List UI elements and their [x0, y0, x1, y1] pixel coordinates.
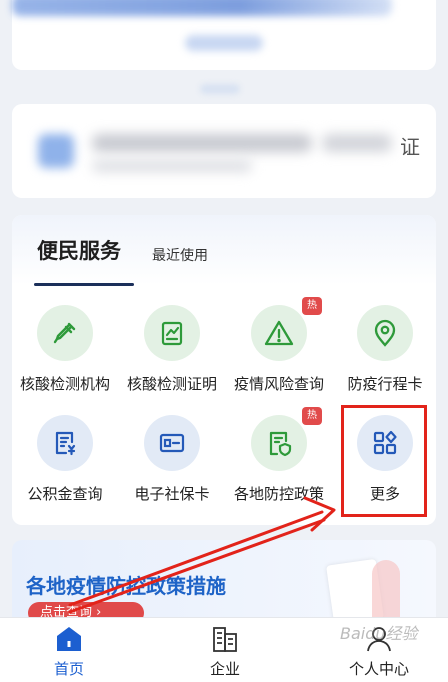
- blurred-icon: [38, 134, 74, 168]
- blurred-text: [92, 160, 252, 172]
- tab-label: 个人中心: [348, 660, 409, 678]
- location-pin-icon: [357, 305, 413, 361]
- tab-convenience-services[interactable]: 便民服务: [37, 235, 121, 265]
- service-housing-fund-query[interactable]: 公积金查询: [10, 415, 120, 515]
- id-card-icon: [144, 415, 200, 471]
- service-regional-control-policy[interactable]: 热 各地防控政策: [224, 407, 334, 515]
- info-card[interactable]: 证: [12, 104, 436, 198]
- top-banner-strip: [12, 0, 392, 16]
- highlight-box: [341, 405, 427, 517]
- service-epidemic-risk-query[interactable]: 热 疫情风险查询: [224, 297, 334, 405]
- tab-label: 首页: [53, 660, 84, 678]
- info-card-cut-text: 证: [400, 135, 420, 159]
- blurred-text: [185, 35, 263, 51]
- blurred-text: [92, 134, 312, 152]
- service-label: 公积金查询: [27, 485, 103, 503]
- hot-badge: 热: [302, 407, 322, 425]
- service-label: 核酸检测证明: [126, 375, 217, 393]
- watermark: Baidu经验: [340, 624, 418, 643]
- tab-recently-used[interactable]: 最近使用: [152, 245, 208, 265]
- warning-icon: [251, 305, 307, 361]
- service-social-security-card[interactable]: 电子社保卡: [117, 415, 227, 515]
- tab-underline: [34, 283, 134, 286]
- service-label: 各地防控政策: [233, 485, 324, 503]
- banner-title: 各地疫情防控政策措施: [26, 574, 226, 598]
- service-nucleic-test-certificate[interactable]: 核酸检测证明: [117, 305, 227, 405]
- service-label: 核酸检测机构: [19, 375, 110, 393]
- tab-home[interactable]: 首页: [14, 624, 124, 680]
- blurred-text: [322, 134, 392, 152]
- building-icon: [210, 624, 240, 654]
- tab-enterprise[interactable]: 企业: [170, 624, 280, 680]
- blurred-text: [200, 84, 240, 94]
- dropper-icon: [37, 305, 93, 361]
- service-itinerary-card[interactable]: 防疫行程卡: [330, 305, 440, 405]
- tab-label: 企业: [209, 660, 240, 678]
- home-icon: [54, 624, 84, 654]
- service-label: 防疫行程卡: [347, 375, 423, 393]
- certificate-icon: [144, 305, 200, 361]
- document-yen-icon: [37, 415, 93, 471]
- service-nucleic-test-agency[interactable]: 核酸检测机构: [10, 305, 120, 405]
- hot-badge: 热: [302, 297, 322, 315]
- service-label: 电子社保卡: [134, 485, 210, 503]
- service-label: 疫情风险查询: [233, 375, 324, 393]
- shield-doc-icon: [251, 415, 307, 471]
